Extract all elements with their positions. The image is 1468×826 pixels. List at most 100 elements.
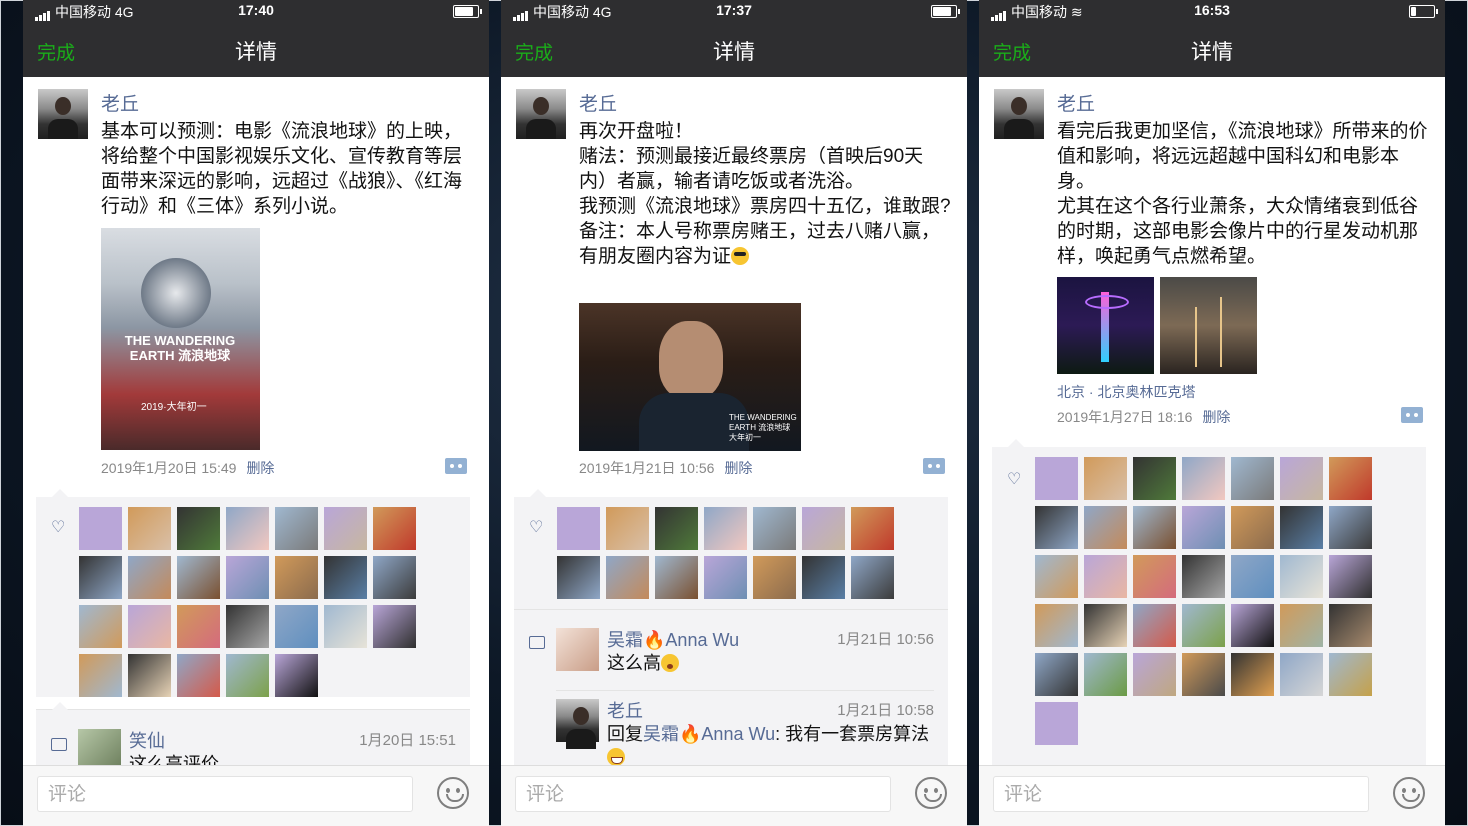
commenter-avatar[interactable] <box>556 628 599 671</box>
liker-avatar[interactable] <box>324 605 367 648</box>
liker-avatar[interactable] <box>1231 506 1274 549</box>
post-photo-tower[interactable] <box>1057 277 1154 374</box>
liker-avatar[interactable] <box>1133 604 1176 647</box>
liker-avatar[interactable] <box>1329 457 1372 500</box>
commenter-name[interactable]: 老丘 <box>607 697 643 723</box>
commenter-name[interactable]: 吴霜🔥Anna Wu <box>607 626 739 652</box>
liker-avatar[interactable] <box>1182 653 1225 696</box>
delete-link[interactable]: 删除 <box>1202 409 1230 425</box>
liker-avatar[interactable] <box>275 605 318 648</box>
liker-avatar[interactable] <box>1133 555 1176 598</box>
liker-avatar[interactable] <box>1231 457 1274 500</box>
liker-avatar[interactable] <box>1182 604 1225 647</box>
liker-avatar[interactable] <box>704 507 747 550</box>
liker-avatar[interactable] <box>79 605 122 648</box>
liker-avatar[interactable] <box>1133 506 1176 549</box>
liker-avatar[interactable] <box>177 654 220 697</box>
liker-avatar[interactable] <box>226 654 269 697</box>
post-photo-city[interactable] <box>1160 277 1257 374</box>
liker-avatar[interactable] <box>128 605 171 648</box>
liker-avatar[interactable] <box>1329 604 1372 647</box>
liker-avatar[interactable] <box>1231 653 1274 696</box>
liker-avatar[interactable] <box>275 556 318 599</box>
liker-avatar[interactable] <box>655 507 698 550</box>
liker-avatar[interactable] <box>1133 457 1176 500</box>
liker-avatar[interactable] <box>79 507 122 550</box>
liker-avatar[interactable] <box>704 556 747 599</box>
liker-avatar[interactable] <box>373 507 416 550</box>
comment-item[interactable]: 老丘 1月21日 10:58 回复吴霜🔥Anna Wu: 我有一套票房算法 <box>556 697 934 766</box>
liker-avatar[interactable] <box>177 556 220 599</box>
liker-avatar[interactable] <box>1231 604 1274 647</box>
liker-avatar[interactable] <box>177 605 220 648</box>
liker-avatar[interactable] <box>1280 604 1323 647</box>
liker-avatar[interactable] <box>373 605 416 648</box>
author-name[interactable]: 老丘 <box>579 89 617 116</box>
author-name[interactable]: 老丘 <box>1057 89 1095 116</box>
liker-avatar[interactable] <box>324 507 367 550</box>
comment-action-icon[interactable] <box>923 458 945 474</box>
liker-avatar[interactable] <box>324 556 367 599</box>
liker-avatar[interactable] <box>275 507 318 550</box>
liker-avatar[interactable] <box>1329 555 1372 598</box>
commenter-avatar[interactable] <box>556 699 599 749</box>
comment-item[interactable]: 吴霜🔥Anna Wu 1月21日 10:56 这么高 <box>556 628 934 678</box>
liker-avatar[interactable] <box>753 507 796 550</box>
author-avatar[interactable] <box>516 89 566 139</box>
liker-avatar[interactable] <box>606 556 649 599</box>
liker-avatar[interactable] <box>655 556 698 599</box>
liker-avatar[interactable] <box>606 507 649 550</box>
post-photo[interactable]: THE WANDERING EARTH 流浪地球 大年初一 <box>579 303 801 451</box>
liker-avatar[interactable] <box>1035 457 1078 500</box>
liker-avatar[interactable] <box>1133 653 1176 696</box>
liker-avatar[interactable] <box>1182 555 1225 598</box>
emoji-smile-icon[interactable] <box>915 777 947 809</box>
liker-avatar[interactable] <box>1231 555 1274 598</box>
liker-avatar[interactable] <box>1280 506 1323 549</box>
liker-avatar[interactable] <box>373 556 416 599</box>
liker-avatar[interactable] <box>1035 555 1078 598</box>
comment-input[interactable]: 评论 <box>37 776 413 812</box>
liker-avatar[interactable] <box>753 556 796 599</box>
liker-avatar[interactable] <box>226 507 269 550</box>
liker-avatar[interactable] <box>1329 506 1372 549</box>
liker-avatar[interactable] <box>79 654 122 697</box>
liker-avatar[interactable] <box>1280 555 1323 598</box>
comment-action-icon[interactable] <box>1401 407 1423 423</box>
liker-avatar[interactable] <box>1182 506 1225 549</box>
liker-avatar[interactable] <box>226 556 269 599</box>
comment-input[interactable]: 评论 <box>515 776 891 812</box>
emoji-smile-icon[interactable] <box>437 777 469 809</box>
liker-avatar[interactable] <box>557 556 600 599</box>
liker-avatar[interactable] <box>79 556 122 599</box>
liker-avatar[interactable] <box>851 507 894 550</box>
liker-avatar[interactable] <box>1035 506 1078 549</box>
location-link[interactable]: 北京 · 北京奥林匹克塔 <box>1057 382 1195 402</box>
emoji-smile-icon[interactable] <box>1393 777 1425 809</box>
liker-avatar[interactable] <box>1084 604 1127 647</box>
liker-avatar[interactable] <box>128 556 171 599</box>
liker-avatar[interactable] <box>177 507 220 550</box>
liker-avatar[interactable] <box>802 556 845 599</box>
liker-avatar[interactable] <box>1035 604 1078 647</box>
liker-avatar[interactable] <box>1280 653 1323 696</box>
liker-avatar[interactable] <box>802 507 845 550</box>
post-poster-image[interactable]: THE WANDERING EARTH 流浪地球 2019·大年初一 <box>101 228 260 450</box>
comment-item[interactable]: 笑仙 1月20日 15:51 这么高评价 <box>78 727 456 774</box>
author-name[interactable]: 老丘 <box>101 89 139 116</box>
liker-avatar[interactable] <box>1182 457 1225 500</box>
comment-input[interactable]: 评论 <box>993 776 1369 812</box>
commenter-name[interactable]: 笑仙 <box>129 727 165 753</box>
liker-avatar[interactable] <box>128 507 171 550</box>
liker-avatar[interactable] <box>1035 653 1078 696</box>
liker-avatar[interactable] <box>1035 702 1078 745</box>
author-avatar[interactable] <box>994 89 1044 139</box>
comment-action-icon[interactable] <box>445 458 467 474</box>
liker-avatar[interactable] <box>1329 653 1372 696</box>
liker-avatar[interactable] <box>1280 457 1323 500</box>
delete-link[interactable]: 删除 <box>246 460 274 476</box>
liker-avatar[interactable] <box>1084 457 1127 500</box>
liker-avatar[interactable] <box>1084 653 1127 696</box>
liker-avatar[interactable] <box>557 507 600 550</box>
liker-avatar[interactable] <box>226 605 269 648</box>
